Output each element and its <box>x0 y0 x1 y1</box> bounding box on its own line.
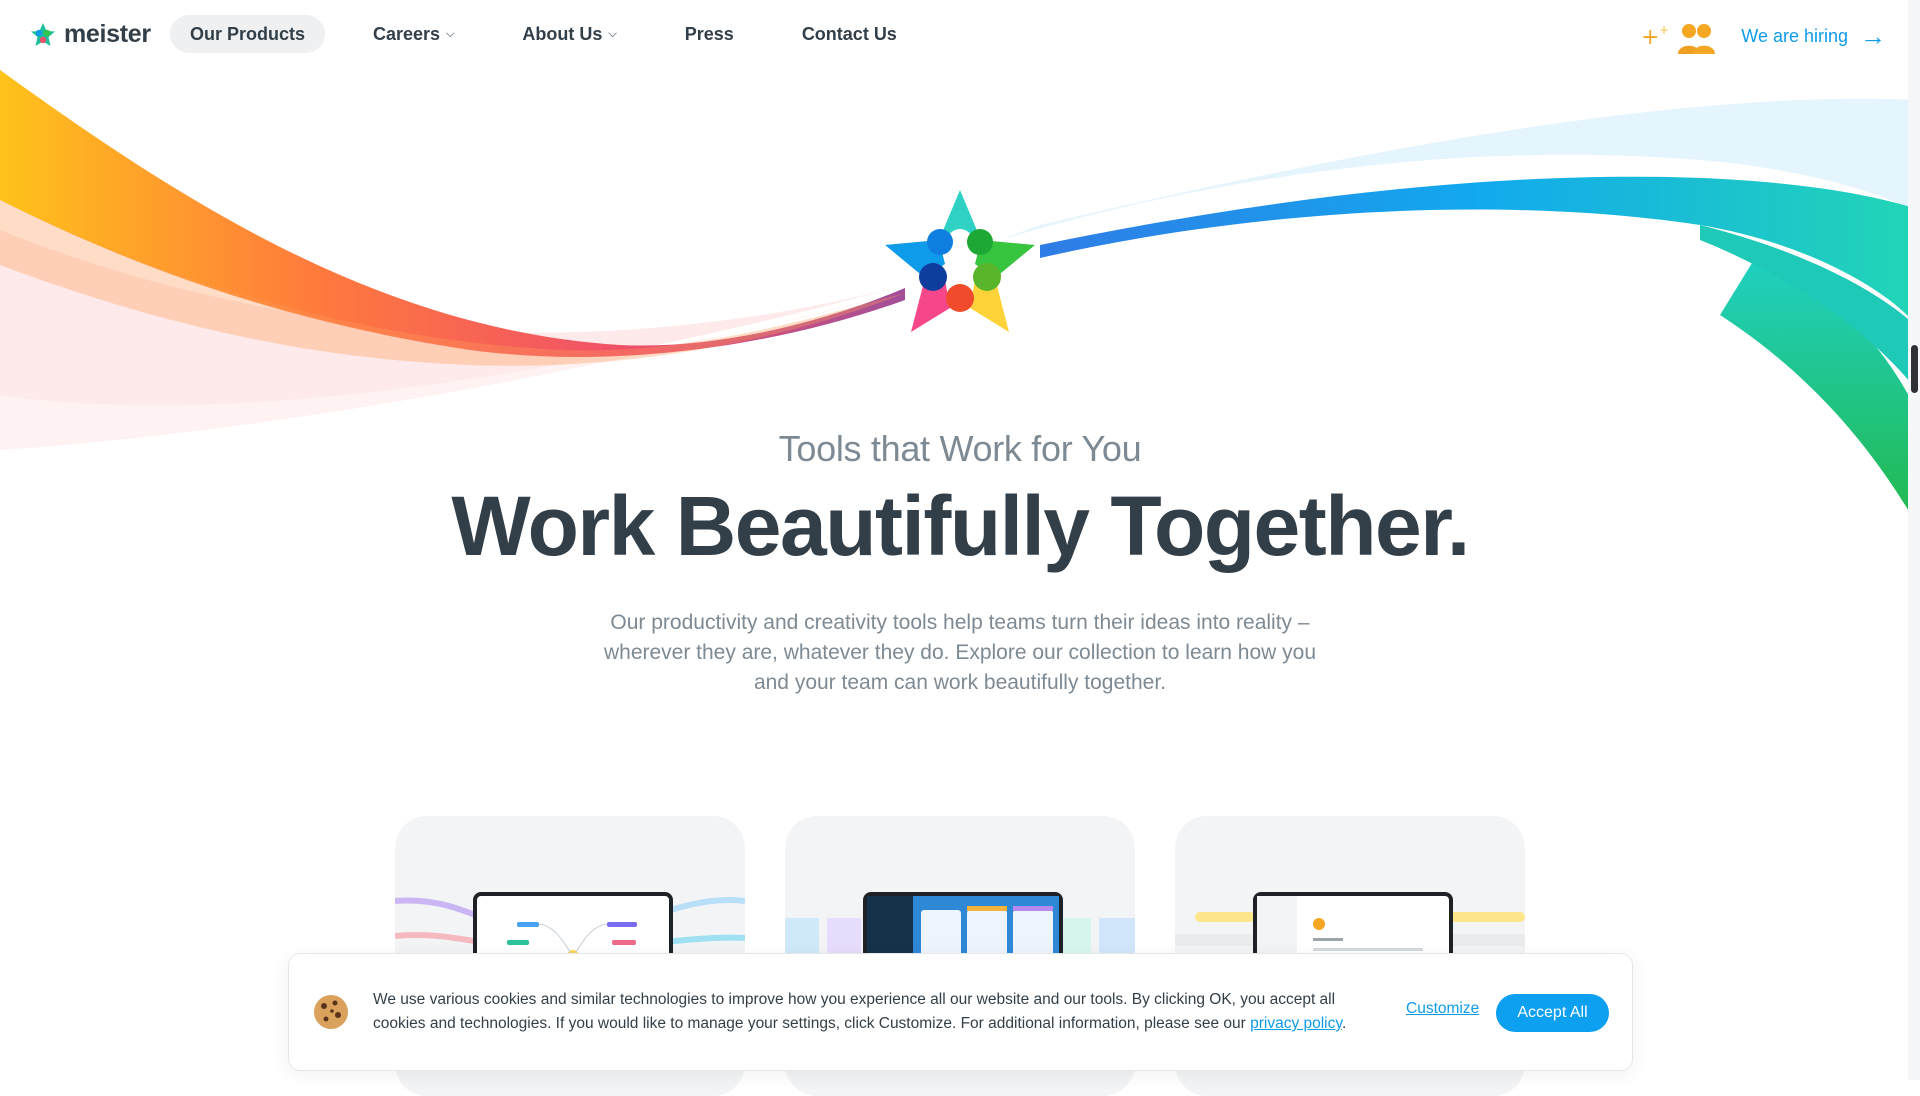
hiring-label: We are hiring <box>1741 25 1848 46</box>
nav-about-us[interactable]: About Us ⌵ <box>502 15 636 53</box>
cookie-banner: We use various cookies and similar techn… <box>288 953 1633 1071</box>
privacy-policy-link[interactable]: privacy policy <box>1250 1015 1342 1032</box>
nav-contact-us[interactable]: Contact Us <box>782 15 917 53</box>
hero-headline: Work Beautifully Together. <box>451 479 1470 573</box>
nav-label: Our Products <box>190 23 306 44</box>
scrollbar-thumb[interactable] <box>1911 345 1918 393</box>
hero-lead: Our productivity and creativity tools he… <box>603 611 1317 694</box>
accept-all-button[interactable]: Accept All <box>1496 994 1609 1032</box>
main-nav: Our Products Careers ⌵ About Us ⌵ Press … <box>170 15 945 53</box>
meister-logo-icon <box>31 22 55 46</box>
cookie-message: We use various cookies and similar techn… <box>373 991 1347 1032</box>
svg-text:+: + <box>1641 25 1659 50</box>
arrow-right-icon: → <box>1860 21 1886 51</box>
nav-press[interactable]: Press <box>665 15 754 53</box>
nav-label: About Us <box>522 23 603 44</box>
brand-logo[interactable]: meister <box>30 20 151 49</box>
chevron-down-icon: ⌵ <box>608 27 617 40</box>
we-are-hiring-link[interactable]: + + We are hiring → <box>1641 18 1886 54</box>
people-icon: + + <box>1641 23 1716 54</box>
brand-name: meister <box>64 20 151 48</box>
page-scrollbar[interactable] <box>1908 0 1920 1080</box>
nav-our-products[interactable]: Our Products <box>170 15 326 53</box>
hero-eyebrow: Tools that Work for You <box>778 428 1142 469</box>
meister-star-icon <box>877 184 1043 340</box>
customize-button[interactable]: Customize <box>1406 1000 1479 1018</box>
cookie-text: We use various cookies and similar techn… <box>373 991 1336 1032</box>
nav-label: Press <box>684 23 734 44</box>
cookie-icon <box>314 995 348 1029</box>
top-navigation: meister Our Products Careers ⌵ About Us … <box>0 0 1920 70</box>
chevron-down-icon: ⌵ <box>446 27 455 40</box>
svg-text:+: + <box>1659 23 1669 37</box>
nav-label: Contact Us <box>801 23 897 44</box>
nav-label: Careers <box>373 23 441 44</box>
nav-careers[interactable]: Careers ⌵ <box>353 15 474 53</box>
